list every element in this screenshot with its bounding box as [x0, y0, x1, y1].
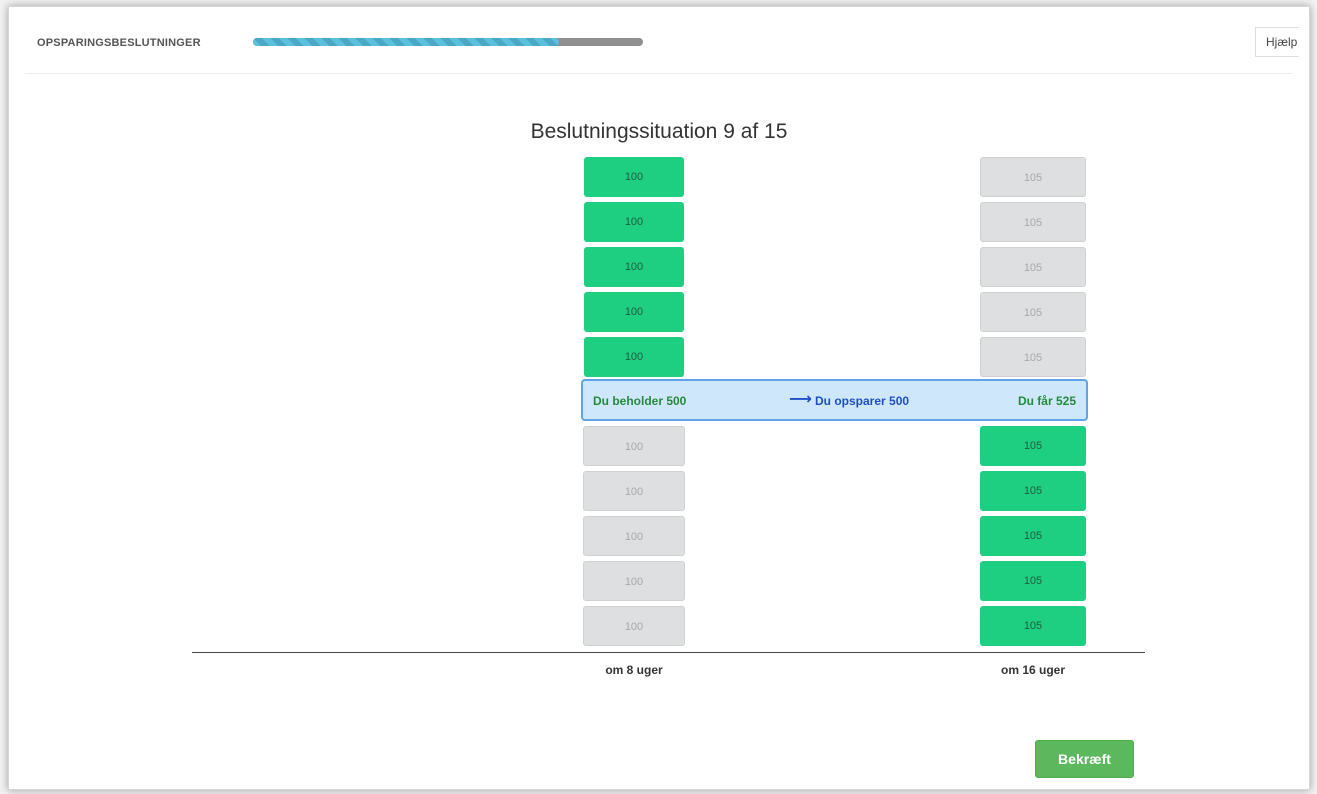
late-date-label: om 16 uger	[1000, 663, 1066, 677]
early-lower-box-4[interactable]: 100	[583, 561, 685, 601]
receive-amount-label: Du får 525	[1017, 394, 1076, 408]
early-lower-box-1[interactable]: 100	[583, 426, 685, 466]
progress-bar	[253, 38, 643, 46]
late-lower-box-3[interactable]: 105	[980, 516, 1086, 556]
early-lower-box-5[interactable]: 100	[583, 606, 685, 646]
late-lower-box-1[interactable]: 105	[980, 426, 1086, 466]
late-upper-box-3[interactable]: 105	[980, 247, 1086, 287]
late-lower-box-4[interactable]: 105	[980, 561, 1086, 601]
early-upper-box-3[interactable]: 100	[584, 247, 684, 287]
early-lower-box-3[interactable]: 100	[583, 516, 685, 556]
app-window: OPSPARINGSBESLUTNINGER Hjælp Beslutnings…	[8, 6, 1310, 790]
early-date-label: om 8 uger	[605, 663, 663, 677]
early-upper-box-4[interactable]: 100	[584, 292, 684, 332]
late-upper-box-2[interactable]: 105	[980, 202, 1086, 242]
late-lower-box-2[interactable]: 105	[980, 471, 1086, 511]
late-lower-box-5[interactable]: 105	[980, 606, 1086, 646]
decision-summary-bar: Du beholder 500 ⟶ Du opsparer 500 Du får…	[581, 379, 1088, 421]
top-navbar: OPSPARINGSBESLUTNINGER Hjælp	[25, 27, 1299, 74]
help-button[interactable]: Hjælp	[1255, 27, 1299, 57]
decision-heading: Beslutningssituation 9 af 15	[530, 120, 788, 143]
late-upper-box-5[interactable]: 105	[980, 337, 1086, 377]
timeline-axis	[192, 652, 1145, 653]
keep-amount-label: Du beholder 500	[593, 394, 687, 408]
arrow-right-icon: ⟶	[789, 391, 812, 408]
save-amount-label: Du opsparer 500	[815, 394, 910, 408]
early-upper-box-1[interactable]: 100	[584, 157, 684, 197]
late-upper-box-4[interactable]: 105	[980, 292, 1086, 332]
late-upper-box-1[interactable]: 105	[980, 157, 1086, 197]
early-upper-box-5[interactable]: 100	[584, 337, 684, 377]
early-lower-box-2[interactable]: 100	[583, 471, 685, 511]
app-title: OPSPARINGSBESLUTNINGER	[37, 37, 201, 49]
confirm-button[interactable]: Bekræft	[1035, 740, 1134, 778]
progress-bar-fill	[253, 38, 560, 46]
early-upper-box-2[interactable]: 100	[584, 202, 684, 242]
